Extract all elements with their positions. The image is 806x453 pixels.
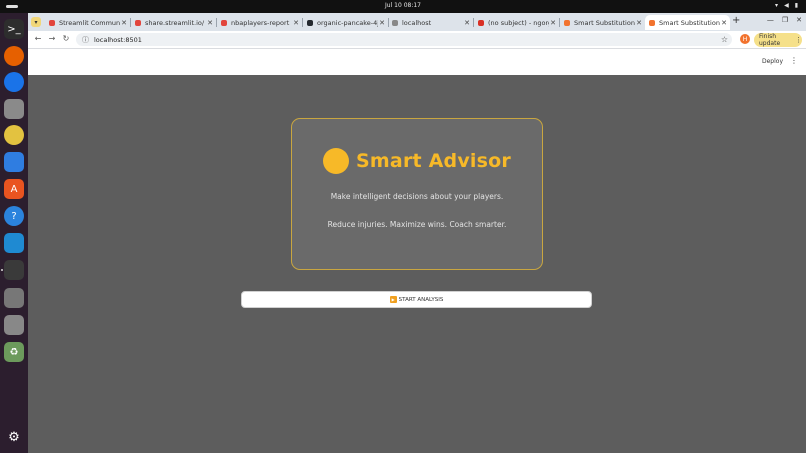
- tab-favicon-icon: [307, 19, 313, 26]
- browser-window: ▾ + — ❐ ✕ Streamlit Commun ✕ share.streaml…: [28, 13, 806, 453]
- app-center-icon[interactable]: A: [4, 179, 24, 199]
- deploy-button[interactable]: Deploy: [762, 58, 783, 65]
- volume-icon: ◀: [784, 2, 789, 9]
- tab-favicon-icon: [49, 19, 55, 26]
- tab-favicon-icon: [392, 19, 398, 26]
- start-analysis-button[interactable]: ▶ START ANALYSIS: [241, 291, 592, 308]
- brand-logo-icon: [323, 148, 350, 174]
- tab-close-icon[interactable]: ✕: [378, 19, 386, 27]
- maximize-icon[interactable]: ❐: [782, 16, 788, 24]
- files-icon[interactable]: [4, 99, 24, 119]
- browser-tab[interactable]: localhost ✕: [388, 15, 473, 30]
- browser-tab[interactable]: nbaplayers-report ✕: [217, 15, 302, 30]
- finish-update-button[interactable]: Finish update ⋮: [754, 33, 802, 47]
- main-menu-icon[interactable]: ⋮: [790, 56, 798, 65]
- url-text: localhost:8501: [94, 36, 142, 44]
- tab-strip: ▾ + — ❐ ✕ Streamlit Commun ✕ share.streaml…: [28, 13, 806, 31]
- help-icon[interactable]: ?: [4, 206, 24, 226]
- tab-close-icon[interactable]: ✕: [549, 19, 557, 27]
- tab-close-icon[interactable]: ✕: [206, 19, 214, 27]
- tab-favicon-icon: [221, 19, 227, 26]
- network-icon: ▾: [775, 2, 779, 9]
- browser-tab[interactable]: Smart Substitution ✕: [645, 15, 730, 30]
- address-bar[interactable]: ⓘ localhost:8501 ☆: [76, 33, 732, 46]
- tab-title: (no subject) - ngorg: [488, 18, 549, 27]
- desktop: Jul 10 08:17 ▾ ◀ ▮ >_ A? ♻ ⚙ ▾ + — ❐ ✕ Stre…: [0, 0, 806, 453]
- running-indicator: [1, 269, 3, 271]
- browser-tab[interactable]: (no subject) - ngorg ✕: [474, 15, 559, 30]
- tab-title: Smart Substitution: [574, 18, 635, 27]
- finish-update-label: Finish update: [759, 33, 781, 47]
- brand-title: Smart Advisor: [356, 150, 511, 172]
- site-info-icon[interactable]: ⓘ: [82, 35, 89, 45]
- tab-title: Smart Substitution: [659, 18, 720, 27]
- tab-title: localhost: [402, 18, 432, 27]
- rhythmbox-icon[interactable]: [4, 125, 24, 145]
- system-tray[interactable]: ▾ ◀ ▮: [775, 2, 798, 9]
- disk-icon[interactable]: [4, 288, 24, 308]
- close-window-icon[interactable]: ✕: [796, 16, 802, 24]
- hero-card: Smart Advisor Make intelligent decisions…: [291, 118, 543, 270]
- browser-tab[interactable]: share.streamlit.io/✕: [131, 15, 216, 30]
- tab-close-icon[interactable]: ✕: [120, 19, 128, 27]
- streamlit-header: Deploy ⋮: [28, 49, 806, 75]
- trash-icon[interactable]: ♻: [4, 342, 24, 362]
- writer-icon[interactable]: [4, 152, 24, 172]
- tab-favicon-icon: [649, 19, 655, 26]
- tagline-primary: Make intelligent decisions about your pl…: [330, 192, 504, 201]
- browser-toolbar: ← → ↻ ⓘ localhost:8501 ☆ H Finish update…: [28, 31, 806, 49]
- minimize-icon[interactable]: —: [767, 16, 774, 24]
- thunderbird-icon[interactable]: [4, 72, 24, 92]
- system-clock[interactable]: Jul 10 08:17: [0, 2, 806, 9]
- new-tab-icon[interactable]: +: [732, 15, 740, 26]
- tab-search-icon[interactable]: ▾: [31, 17, 41, 27]
- system-top-bar: Jul 10 08:17 ▾ ◀ ▮: [0, 0, 806, 13]
- show-apps-icon[interactable]: ⚙: [4, 427, 24, 447]
- dock: >_ A? ♻ ⚙: [0, 13, 28, 453]
- browser-tab[interactable]: organic-pancake-4j ✕: [303, 15, 388, 30]
- tab-title: nbaplayers-report: [231, 18, 290, 27]
- bookmark-star-icon[interactable]: ☆: [721, 35, 728, 44]
- browser-tab[interactable]: Smart Substitution ✕: [560, 15, 645, 30]
- tab-close-icon[interactable]: ✕: [635, 19, 643, 27]
- tab-close-icon[interactable]: ✕: [720, 19, 728, 27]
- forward-icon[interactable]: →: [46, 34, 58, 43]
- battery-icon: ▮: [794, 2, 798, 9]
- profile-avatar[interactable]: H: [740, 34, 750, 44]
- tab-favicon-icon: [564, 19, 570, 26]
- tab-title: organic-pancake-4j: [317, 18, 378, 27]
- app-page: Deploy ⋮ Smart Advisor Make intelligent …: [28, 49, 806, 453]
- vscode-icon[interactable]: [4, 233, 24, 253]
- reload-icon[interactable]: ↻: [60, 34, 72, 43]
- window-controls: — ❐ ✕: [767, 16, 802, 24]
- start-analysis-label: START ANALYSIS: [398, 296, 444, 303]
- tab-close-icon[interactable]: ✕: [463, 19, 471, 27]
- brand: Smart Advisor: [292, 148, 542, 174]
- chrome-icon[interactable]: [4, 260, 24, 280]
- chrome-menu-icon: ⋮: [795, 36, 802, 44]
- tab-title: share.streamlit.io/: [145, 18, 205, 27]
- tagline-secondary: Reduce injuries. Maximize wins. Coach sm…: [327, 220, 507, 229]
- terminal-icon[interactable]: >_: [4, 19, 24, 39]
- play-icon: ▶: [389, 296, 397, 303]
- back-icon[interactable]: ←: [32, 34, 44, 43]
- tab-title: Streamlit Commun: [59, 18, 120, 27]
- drive-icon[interactable]: [4, 315, 24, 335]
- browser-tab[interactable]: Streamlit Commun ✕: [45, 15, 130, 30]
- tab-favicon-icon: [478, 19, 484, 26]
- firefox-icon[interactable]: [4, 46, 24, 66]
- tab-favicon-icon: [135, 19, 141, 26]
- tab-close-icon[interactable]: ✕: [292, 19, 300, 27]
